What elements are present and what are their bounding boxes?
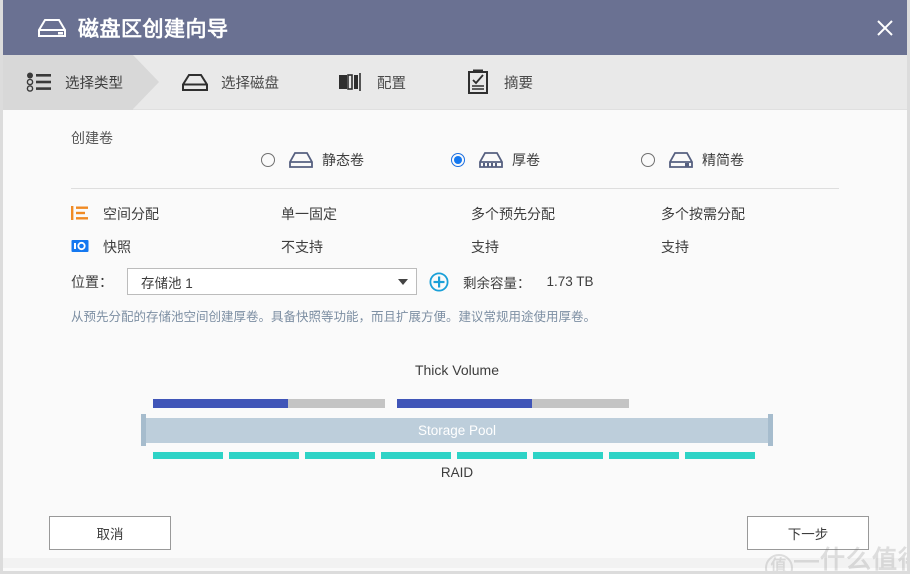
config-bars-icon: [337, 68, 365, 96]
chevron-down-icon: [398, 278, 408, 285]
space-allocation-icon: [71, 204, 89, 222]
next-button[interactable]: 下一步: [747, 516, 869, 550]
thin-volume-icon: [669, 151, 693, 169]
raid-segment: [229, 452, 299, 459]
snapshot-icon: [71, 237, 89, 255]
remaining-capacity-value: 1.73 TB: [546, 274, 594, 289]
storage-pool-select[interactable]: 存储池 1: [127, 268, 417, 295]
row-value-thin: 多个按需分配: [661, 206, 745, 222]
disk-icon: [181, 68, 209, 96]
step-select-type[interactable]: 选择类型: [3, 54, 159, 110]
step-label: 选择磁盘: [221, 75, 279, 92]
volume-bars: [153, 399, 761, 408]
step-label: 配置: [377, 75, 406, 92]
clipboard-check-icon: [464, 68, 492, 96]
plus-circle-icon[interactable]: [429, 271, 449, 292]
step-select-disk[interactable]: 选择磁盘: [159, 55, 289, 110]
option-thick-volume[interactable]: 厚卷: [451, 150, 540, 170]
raid-segment: [305, 452, 375, 459]
volume-free-segment: [287, 399, 385, 408]
storage-pool-block: Storage Pool: [141, 414, 773, 446]
row-label: 快照: [103, 239, 131, 255]
wizard-step-bar: 选择类型 选择磁盘 配置 摘要: [3, 54, 907, 110]
step-configure[interactable]: 配置: [315, 55, 416, 110]
table-row: 空间分配 单一固定 多个预先分配 多个按需分配: [71, 198, 839, 231]
row-value-thick: 支持: [471, 239, 499, 255]
raid-segments: [153, 452, 761, 459]
comparison-table: 空间分配 单一固定 多个预先分配 多个按需分配 快照 不支持 支持 支持: [71, 198, 839, 264]
remaining-capacity-label: 剩余容量：: [463, 275, 531, 291]
cancel-button[interactable]: 取消: [49, 516, 171, 550]
volume-used-segment: [397, 399, 532, 408]
raid-segment: [533, 452, 603, 459]
raid-segment: [685, 452, 755, 459]
diagram-bottom-label: RAID: [440, 465, 474, 480]
row-label: 空间分配: [103, 206, 159, 222]
volume-bar: [397, 399, 629, 408]
raid-segment: [457, 452, 527, 459]
drive-icon: [37, 17, 67, 39]
raid-segment: [381, 452, 451, 459]
raid-segment: [153, 452, 223, 459]
volume-structure-diagram: Thick Volume Storage Pool RAID: [141, 362, 773, 487]
option-label: 精简卷: [702, 152, 744, 168]
diagram-top-label: Thick Volume: [414, 362, 500, 378]
row-value-static: 不支持: [281, 239, 323, 255]
radio-thick-volume[interactable]: [451, 153, 465, 167]
title-bar: 磁盘区创建向导: [3, 0, 907, 55]
thick-volume-icon: [479, 151, 503, 169]
option-label: 厚卷: [512, 152, 540, 168]
step-label: 摘要: [504, 75, 533, 92]
raid-segment: [609, 452, 679, 459]
divider: [71, 188, 839, 189]
static-volume-icon: [289, 151, 313, 169]
step-label: 选择类型: [65, 75, 123, 92]
option-static-volume[interactable]: 静态卷: [261, 150, 364, 170]
close-icon[interactable]: [871, 14, 899, 42]
row-value-thin: 支持: [661, 239, 689, 255]
list-select-icon: [25, 68, 53, 96]
volume-used-segment: [153, 399, 288, 408]
section-title: 创建卷: [71, 130, 113, 146]
footer-strip: [3, 558, 907, 568]
radio-thin-volume[interactable]: [641, 153, 655, 167]
wizard-content: 创建卷 静态卷 厚卷 精简卷 空间分配 单一固定 多个预先分配 多个按需分配 快…: [3, 110, 907, 568]
volume-free-segment: [531, 399, 629, 408]
description-text: 从预先分配的存储池空间创建厚卷。具备快照等功能，而且扩展方便。建议常规用途使用厚…: [71, 310, 597, 324]
location-label: 位置：: [71, 273, 113, 290]
option-label: 静态卷: [322, 152, 364, 168]
row-value-static: 单一固定: [281, 206, 337, 222]
option-thin-volume[interactable]: 精简卷: [641, 150, 744, 170]
radio-static-volume[interactable]: [261, 153, 275, 167]
volume-creation-wizard-window: 磁盘区创建向导 选择类型 选择磁盘 配置 摘要 创建卷 静态卷 厚卷 精简卷 空…: [0, 0, 910, 574]
location-row: 位置： 存储池 1 剩余容量： 1.73 TB: [71, 268, 594, 295]
storage-pool-selected-value: 存储池 1: [141, 275, 193, 291]
step-summary[interactable]: 摘要: [442, 55, 543, 110]
pool-bar: Storage Pool: [146, 418, 768, 443]
volume-bar: [153, 399, 385, 408]
row-value-thick: 多个预先分配: [471, 206, 555, 222]
window-title: 磁盘区创建向导: [78, 17, 229, 41]
diagram-pool-label: Storage Pool: [417, 423, 497, 438]
table-row: 快照 不支持 支持 支持: [71, 231, 839, 264]
pool-bracket-right: [768, 414, 773, 446]
volume-type-options: 静态卷 厚卷 精简卷: [71, 150, 839, 186]
